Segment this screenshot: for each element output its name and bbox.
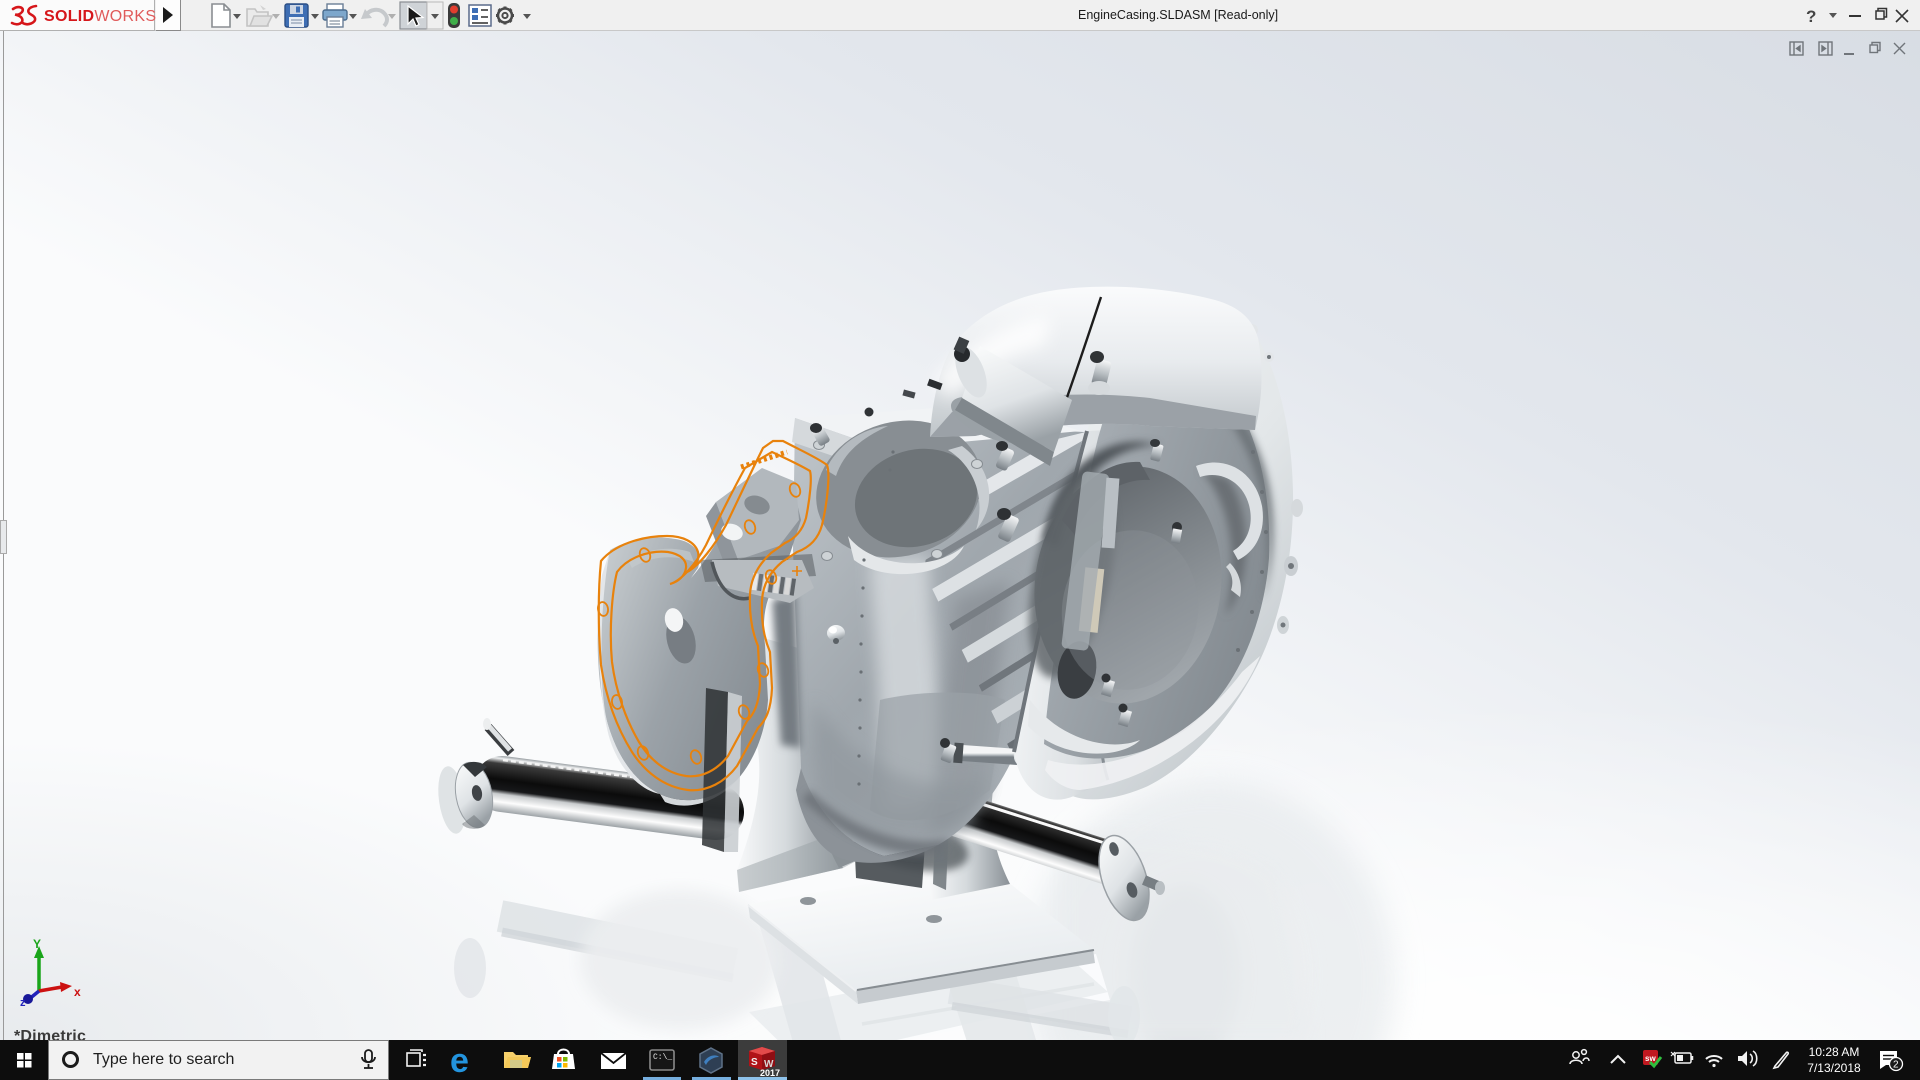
svg-text:S: S xyxy=(751,1057,758,1068)
svg-text:?: ? xyxy=(1806,7,1816,26)
svg-text:2: 2 xyxy=(1893,1060,1899,1071)
svg-text:Y: Y xyxy=(33,937,41,951)
svg-text:SOLIDWORKS: SOLIDWORKS xyxy=(44,8,156,25)
svg-text:z: z xyxy=(20,997,26,1009)
svg-text:x: x xyxy=(74,985,81,999)
svg-text:C:\_: C:\_ xyxy=(653,1053,672,1062)
svg-text:e: e xyxy=(450,1042,469,1080)
